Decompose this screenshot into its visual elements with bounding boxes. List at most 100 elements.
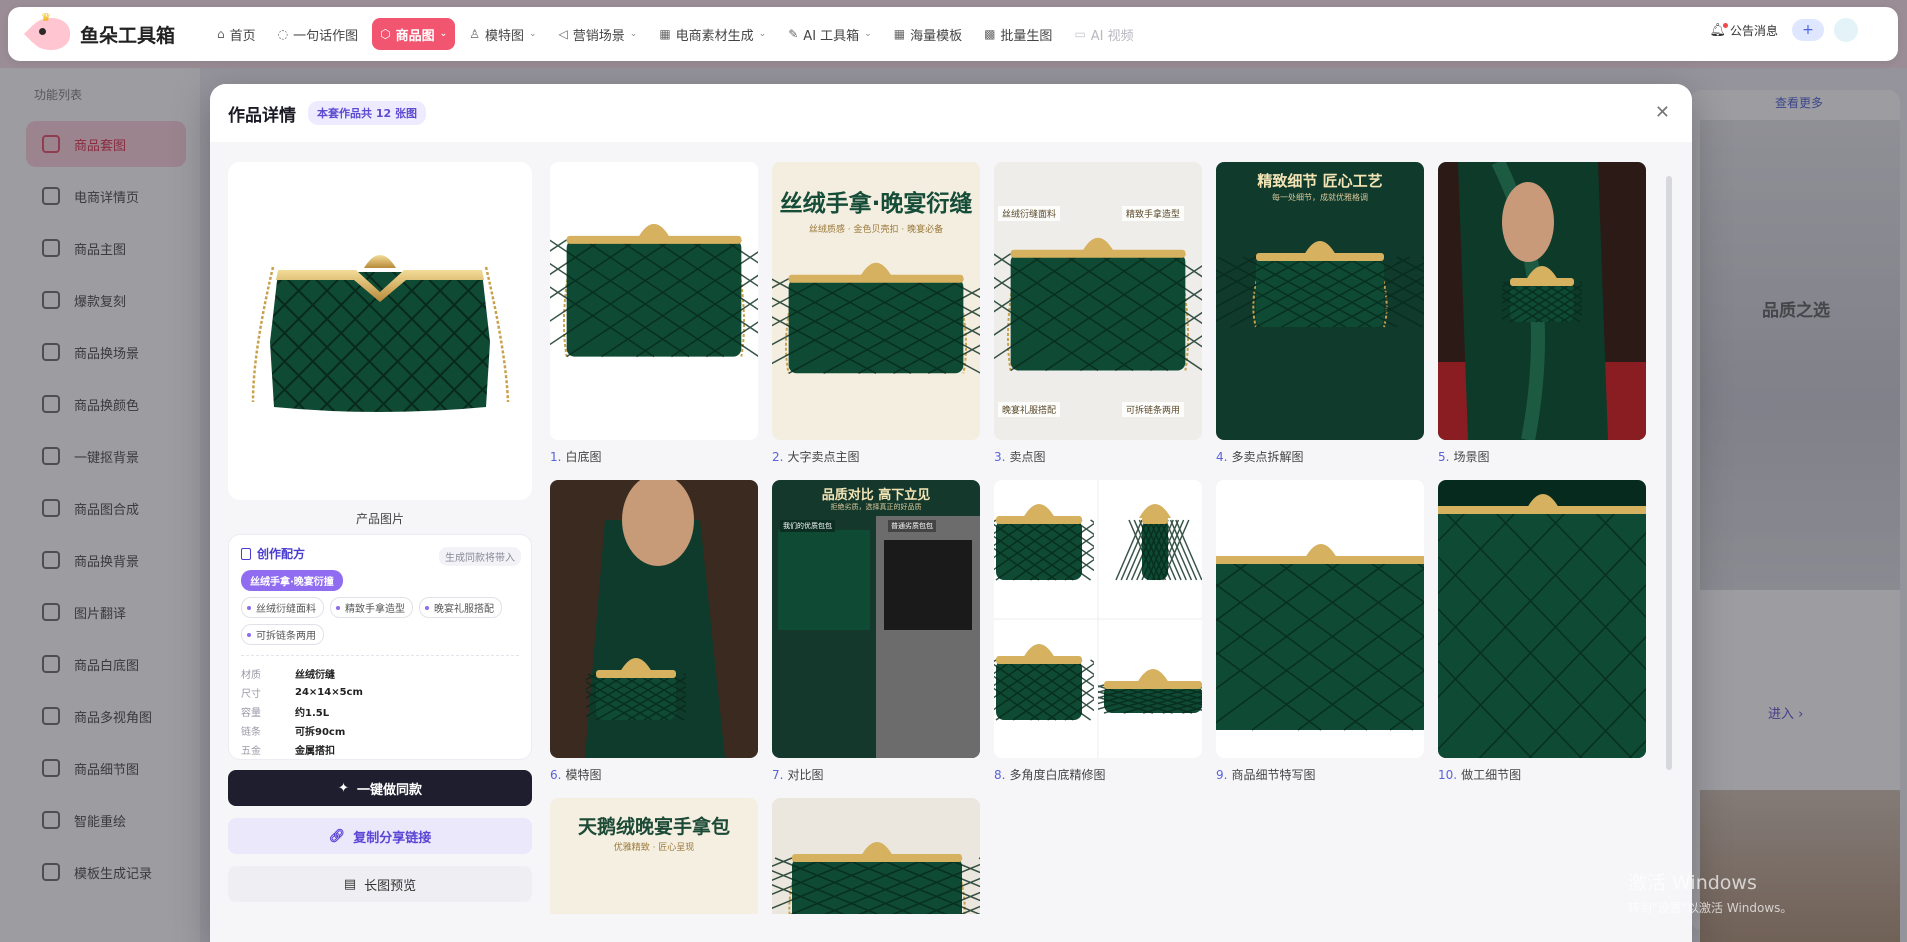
result-image-8[interactable] — [994, 480, 1202, 758]
result-card-7[interactable]: 品质对比 高下立见 拒绝劣质，选择真正的好品质 我们的优质包包 普通劣质包包 7. 对比图 — [772, 480, 980, 783]
product-image[interactable] — [228, 162, 532, 500]
result-caption: 4. 多卖点拆解图 — [1216, 448, 1424, 465]
result-label: 商品细节特写图 — [1231, 768, 1316, 782]
result-number: 4. — [1216, 450, 1228, 464]
result-card-4[interactable]: 精致细节 匠心工艺每一处细节，成就优雅格调 4. 多卖点拆解图 — [1216, 162, 1424, 465]
nav-item-label: 模特图 — [484, 28, 524, 44]
fish-logo-icon: ♛ — [30, 11, 70, 50]
spec-key: 尺寸 — [241, 689, 261, 700]
result-image-10[interactable] — [1438, 480, 1646, 758]
result-caption: 1. 白底图 — [550, 448, 758, 465]
image-headline: 品质对比 高下立见 — [821, 488, 931, 503]
result-image-2[interactable]: 丝绒手拿·晚宴衍缝 丝绒质感 · 金色贝壳扣 · 晚宴必备 — [772, 162, 980, 440]
bell-icon: 🔔︎ — [1709, 22, 1728, 38]
nav-item-2[interactable]: ⬡ 商品图 ⌄ — [372, 18, 456, 50]
result-card-1[interactable]: 1. 白底图 — [550, 162, 758, 465]
result-label: 多角度白底精修图 — [1009, 768, 1106, 782]
long-image-preview-button[interactable]: ▤ 长图预览 — [228, 866, 532, 902]
nav-item-5[interactable]: ▦ 电商素材生成 ⌄ — [651, 18, 774, 50]
result-caption: 3. 卖点图 — [994, 448, 1202, 465]
spec-value: 可拆90cm — [295, 727, 346, 738]
grid-scrollbar[interactable] — [1666, 176, 1672, 770]
recipe-chip: 晚宴礼服搭配 — [419, 597, 502, 618]
notice-button[interactable]: 🔔︎ 公告消息 — [1709, 22, 1778, 39]
nav-item-4[interactable]: ◁ 营销场景 ⌄ — [551, 18, 646, 50]
result-caption: 10. 做工细节图 — [1438, 766, 1646, 783]
result-card-6[interactable]: 6. 模特图 — [550, 480, 758, 783]
nav-item-0[interactable]: ⌂ 首页 — [209, 18, 264, 50]
result-image-7[interactable]: 品质对比 高下立见 拒绝劣质，选择真正的好品质 我们的优质包包 普通劣质包包 — [772, 480, 980, 758]
logo[interactable]: ♛ 鱼朵工具箱 — [30, 11, 175, 50]
close-icon[interactable]: ✕ — [1655, 102, 1670, 123]
add-button[interactable]: + — [1792, 19, 1824, 41]
result-image-4[interactable]: 精致细节 匠心工艺每一处细节，成就优雅格调 — [1216, 162, 1424, 440]
template-icon: ▦ — [893, 27, 906, 41]
result-image-3[interactable]: 丝绒衍缝面料 精致手拿造型 晚宴礼服搭配 可拆链条两用 — [994, 162, 1202, 440]
result-image-6[interactable] — [550, 480, 758, 758]
nav-item-7[interactable]: ▦ 海量模板 — [886, 18, 970, 50]
copy-share-link-button[interactable]: 🔗︎ 复制分享链接 — [228, 818, 532, 854]
make-same-button[interactable]: ✦ 一键做同款 — [228, 770, 532, 806]
result-image-12[interactable] — [772, 798, 980, 914]
result-caption: 2. 大字卖点主图 — [772, 448, 980, 465]
megaphone-icon: ◁ — [558, 27, 568, 41]
avatar[interactable] — [1834, 18, 1858, 42]
result-caption: 6. 模特图 — [550, 766, 758, 783]
spec-value: 24×14×5cm — [295, 687, 363, 698]
nav-item-3[interactable]: ♙ 模特图 ⌄ — [461, 18, 544, 50]
recipe-hint: 生成同款将带入 — [439, 547, 521, 566]
copy-share-link-label: 复制分享链接 — [353, 830, 432, 846]
result-card-8[interactable]: 8. 多角度白底精修图 — [994, 480, 1202, 783]
result-card-11[interactable]: 天鹅绒晚宴手拿包 优雅精致 · 匠心呈现 — [550, 798, 758, 914]
result-image-9[interactable] — [1216, 480, 1424, 758]
creation-recipe-card: 创作配方 生成同款将带入 丝绒手拿·晚宴衍撞 丝绒衍缝面料 精致手拿造型 晚宴礼服搭… — [228, 534, 532, 760]
recipe-tag: 丝绒手拿·晚宴衍撞 — [241, 570, 343, 591]
image-subline: 优雅精致 · 匠心呈现 — [613, 843, 695, 853]
image-subline: 每一处细节，成就优雅格调 — [1272, 193, 1368, 202]
link-icon: 🔗︎ — [328, 828, 346, 844]
top-navigation: ♛ 鱼朵工具箱 ⌂ 首页 ◌ 一句话作图 ⬡ 商品图 ⌄ ♙ 模特图 ⌄ ◁ 营销场景 ⌄ ▦ 电商素材生成… — [8, 7, 1898, 61]
result-number: 9. — [1216, 768, 1228, 782]
modal-header: 作品详情 本套作品共 12 张图 ✕ — [210, 84, 1692, 142]
result-card-10[interactable]: 10. 做工细节图 — [1438, 480, 1646, 783]
chevron-down-icon: ⌄ — [864, 29, 872, 39]
spec-row: 容量 约1.5L — [241, 702, 519, 721]
recipe-chips: 丝绒衍缝面料 精致手拿造型 晚宴礼服搭配 可拆链条两用 — [241, 597, 519, 645]
compare-right-tag: 普通劣质包包 — [888, 520, 936, 532]
result-image-5[interactable] — [1438, 162, 1646, 440]
result-image-1[interactable] — [550, 162, 758, 440]
result-number: 7. — [772, 768, 784, 782]
spec-list: 材质 丝绒衍缝 尺寸 24×14×5cm 容量 约1.5L 链条 可拆90cm 五金 金属搭扣 — [241, 664, 519, 759]
document-icon: ▤ — [343, 876, 357, 892]
result-card-12[interactable] — [772, 798, 980, 914]
modal-title: 作品详情 — [228, 105, 296, 126]
result-image-11[interactable]: 天鹅绒晚宴手拿包 优雅精致 · 匠心呈现 — [550, 798, 758, 914]
result-label: 对比图 — [787, 768, 824, 782]
nav-item-label: AI 视频 — [1090, 28, 1134, 44]
result-label: 做工细节图 — [1461, 768, 1522, 782]
result-card-5[interactable]: 5. 场景图 — [1438, 162, 1646, 465]
result-number: 10. — [1438, 768, 1458, 782]
result-card-9[interactable]: 9. 商品细节特写图 — [1216, 480, 1424, 783]
result-card-2[interactable]: 丝绒手拿·晚宴衍缝 丝绒质感 · 金色贝壳扣 · 晚宴必备 2. 大字卖点主图 — [772, 162, 980, 465]
nav-item-6[interactable]: ✎ AI 工具箱 ⌄ — [780, 18, 879, 50]
result-caption: 5. 场景图 — [1438, 448, 1646, 465]
result-number: 5. — [1438, 450, 1450, 464]
spec-row: 五金 金属搭扣 — [241, 740, 519, 759]
callout-label: 可拆链条两用 — [1122, 402, 1185, 417]
nav-item-1[interactable]: ◌ 一句话作图 — [270, 18, 367, 50]
result-card-3[interactable]: 丝绒衍缝面料 精致手拿造型 晚宴礼服搭配 可拆链条两用 3. 卖点图 — [994, 162, 1202, 465]
recipe-chip: 可拆链条两用 — [241, 624, 324, 645]
watermark-line2: 转到"设置"以激活 Windows。 — [1628, 901, 1793, 915]
product-bag-image — [251, 255, 510, 412]
nav-item-label: 一句话作图 — [293, 28, 359, 44]
nav-item-label: 营销场景 — [572, 28, 625, 44]
nav-item-8[interactable]: ▩ 批量生图 — [976, 18, 1060, 50]
image-headline: 精致细节 匠心工艺 — [1257, 172, 1383, 190]
nav-item-label: 首页 — [229, 28, 256, 44]
recipe-icon — [241, 547, 251, 560]
chevron-down-icon: ⌄ — [439, 29, 448, 39]
nav-item-9[interactable]: ▭ AI 视频 — [1066, 18, 1141, 50]
nav-item-label: 海量模板 — [910, 28, 963, 44]
nav-item-label: 批量生图 — [1000, 28, 1053, 44]
